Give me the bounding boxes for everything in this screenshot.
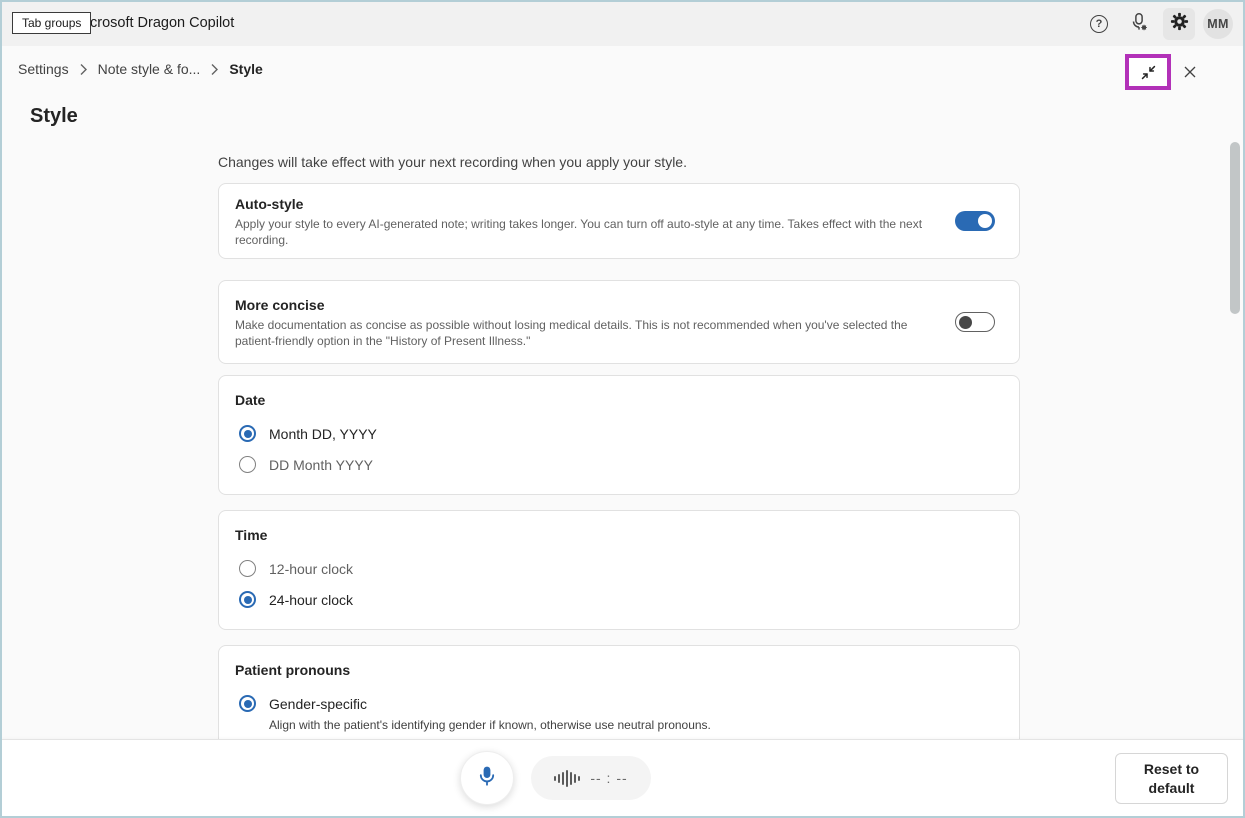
- tab-groups-tooltip: Tab groups: [12, 12, 91, 34]
- date-title: Date: [235, 390, 1003, 410]
- auto-style-description: Apply your style to every AI-generated n…: [235, 216, 941, 248]
- time-option-24-hour[interactable]: 24-hour clock: [235, 584, 1003, 615]
- date-radio-group: Month DD, YYYY DD Month YYYY: [235, 418, 1003, 480]
- time-radio-group: 12-hour clock 24-hour clock: [235, 553, 1003, 615]
- more-concise-description: Make documentation as concise as possibl…: [235, 317, 941, 349]
- patient-pronouns-title: Patient pronouns: [235, 660, 1003, 680]
- chevron-right-icon: [210, 63, 219, 76]
- settings-content: Changes will take effect with your next …: [218, 154, 1020, 805]
- vertical-scrollbar[interactable]: [1230, 142, 1240, 314]
- breadcrumb: Settings Note style & fo... Style: [2, 46, 1243, 92]
- timer-text: -- : --: [590, 770, 627, 786]
- recording-footer: -- : -- Reset to default: [2, 739, 1243, 816]
- breadcrumb-settings[interactable]: Settings: [18, 61, 69, 77]
- reset-to-default-button[interactable]: Reset to default: [1115, 753, 1228, 804]
- auto-style-title: Auto-style: [235, 194, 1003, 214]
- microphone-settings-button[interactable]: [1123, 8, 1155, 40]
- record-button[interactable]: [460, 751, 514, 805]
- radio-selected-icon: [239, 591, 256, 608]
- more-concise-toggle[interactable]: [955, 312, 995, 332]
- annotation-highlight-box: [1125, 54, 1171, 90]
- radio-unselected-icon: [239, 456, 256, 473]
- waveform-icon: [554, 769, 580, 787]
- date-option-month-dd-yyyy[interactable]: Month DD, YYYY: [235, 418, 1003, 449]
- radio-selected-icon: [239, 425, 256, 442]
- page-title: Style: [30, 105, 78, 128]
- microphone-icon: [475, 764, 499, 793]
- chevron-right-icon: [79, 63, 88, 76]
- time-card: Time 12-hour clock 24-hour clock: [218, 510, 1020, 630]
- time-title: Time: [235, 525, 1003, 545]
- date-card: Date Month DD, YYYY DD Month YYYY: [218, 375, 1020, 495]
- app-title: crosoft Dragon Copilot: [90, 15, 234, 31]
- breadcrumb-style: Style: [229, 61, 262, 77]
- title-bar: crosoft Dragon Copilot ?: [2, 2, 1243, 46]
- auto-style-toggle[interactable]: [955, 211, 995, 231]
- date-option-dd-month-yyyy[interactable]: DD Month YYYY: [235, 449, 1003, 480]
- more-concise-card: More concise Make documentation as conci…: [218, 280, 1020, 364]
- intro-text: Changes will take effect with your next …: [218, 154, 1020, 170]
- arrow-minimize-icon: [1140, 64, 1157, 81]
- breadcrumb-note-style[interactable]: Note style & fo...: [98, 61, 201, 77]
- auto-style-card: Auto-style Apply your style to every AI-…: [218, 183, 1020, 259]
- help-button[interactable]: ?: [1083, 8, 1115, 40]
- time-option-12-hour[interactable]: 12-hour clock: [235, 553, 1003, 584]
- close-icon: [1182, 64, 1198, 80]
- gender-specific-description: Align with the patient's identifying gen…: [269, 717, 1003, 733]
- recording-timer-pill[interactable]: -- : --: [531, 756, 651, 800]
- gear-icon: [1169, 11, 1190, 37]
- pronouns-option-gender-specific[interactable]: Gender-specific: [235, 688, 1003, 719]
- settings-button[interactable]: [1163, 8, 1195, 40]
- close-button[interactable]: [1179, 61, 1201, 83]
- radio-unselected-icon: [239, 560, 256, 577]
- help-icon: ?: [1090, 15, 1108, 33]
- radio-selected-icon: [239, 695, 256, 712]
- collapse-window-button[interactable]: [1137, 61, 1159, 83]
- user-avatar[interactable]: MM: [1203, 9, 1233, 39]
- more-concise-title: More concise: [235, 295, 1003, 315]
- microphone-gear-icon: [1128, 11, 1150, 38]
- app-window: crosoft Dragon Copilot ?: [0, 0, 1245, 818]
